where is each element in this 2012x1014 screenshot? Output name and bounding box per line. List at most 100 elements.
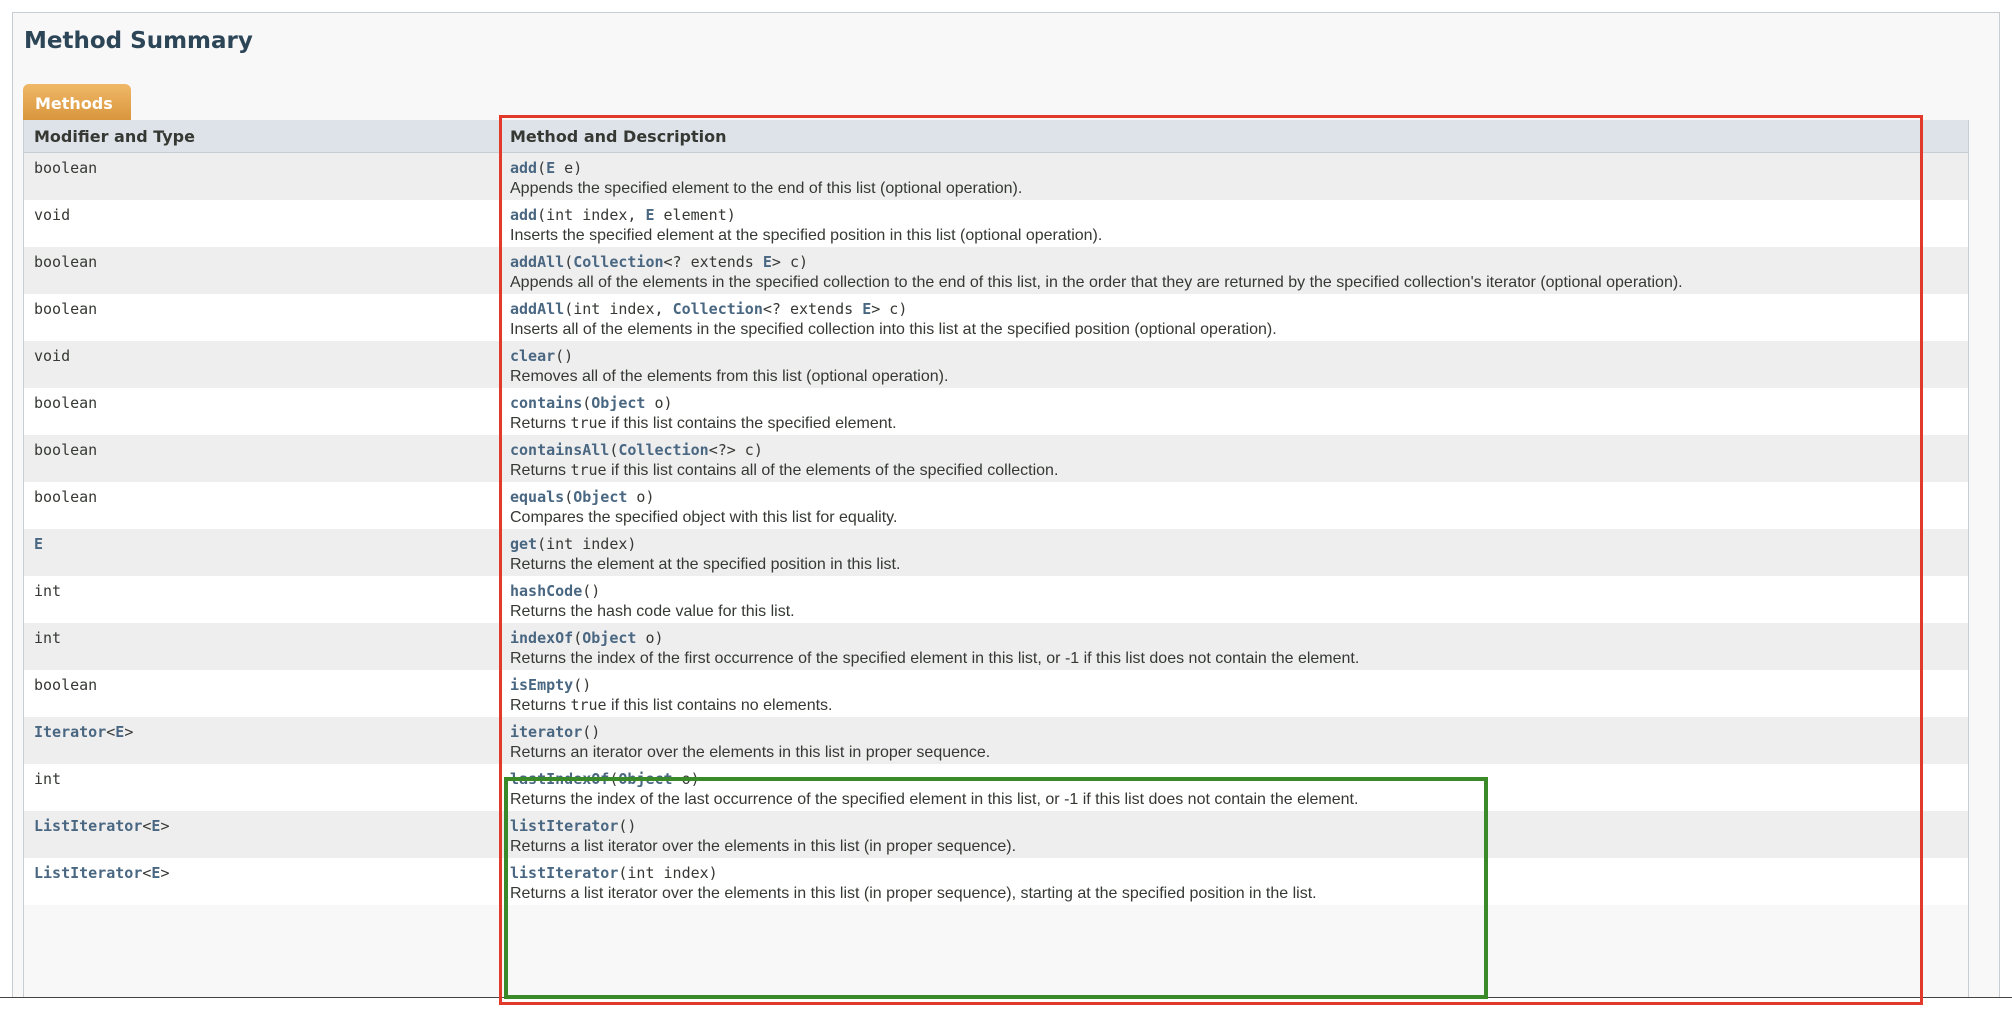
method-signature: listIterator() xyxy=(510,816,1968,836)
method-name-link[interactable]: listIterator xyxy=(510,817,618,835)
type-text: void xyxy=(34,346,71,365)
return-type: int xyxy=(34,769,500,789)
description-text: Returns xyxy=(510,414,571,432)
method-name-link[interactable]: addAll xyxy=(510,253,564,271)
method-name-link[interactable]: lastIndexOf xyxy=(510,770,609,788)
signature-text: ( xyxy=(573,628,583,647)
table-row: int lastIndexOf(Object o) Returns the inde… xyxy=(24,763,1968,811)
method-summary-table: Modifier and Type Method and Description… xyxy=(24,120,1968,905)
method-description: Returns an iterator over the elements in… xyxy=(510,742,1968,763)
table-row: boolean equals(Object o) Compares the spec… xyxy=(24,481,1968,529)
description-text: Returns xyxy=(510,696,571,714)
type-text: boolean xyxy=(34,675,98,694)
modifier-type-cell: boolean xyxy=(24,152,500,200)
method-name-link[interactable]: isEmpty xyxy=(510,676,573,694)
tab-methods[interactable]: Methods xyxy=(23,84,131,120)
modifier-type-cell: int xyxy=(24,763,500,811)
return-type: Iterator<E> xyxy=(34,722,500,742)
type-link[interactable]: Collection xyxy=(673,300,763,318)
type-link[interactable]: Object xyxy=(591,394,645,412)
description-text: Inserts all of the elements in the speci… xyxy=(510,320,1277,338)
type-link[interactable]: E xyxy=(862,300,871,318)
description-text: Appends the specified element to the end… xyxy=(510,180,1023,197)
signature-text: (int index) xyxy=(618,863,718,882)
description-text: Returns the hash code value for this lis… xyxy=(510,602,795,620)
inline-code: true xyxy=(570,695,607,714)
table-header-row: Modifier and Type Method and Description xyxy=(24,120,1968,153)
signature-text: element) xyxy=(654,205,736,224)
method-description-cell: addAll(Collection<? extends E> c) Appends… xyxy=(500,246,1968,294)
modifier-type-cell: int xyxy=(24,622,500,670)
method-description: Returns a list iterator over the element… xyxy=(510,883,1968,904)
method-name-link[interactable]: add xyxy=(510,206,537,224)
table-row: boolean addAll(int index, Collection<? ex… xyxy=(24,293,1968,341)
type-text: boolean xyxy=(34,487,98,506)
method-name-link[interactable]: containsAll xyxy=(510,441,609,459)
method-description-cell: iterator() Returns an iterator over the e… xyxy=(500,716,1968,764)
method-name-link[interactable]: clear xyxy=(510,347,555,365)
description-text: Returns a list iterator over the element… xyxy=(510,837,1017,855)
method-name-link[interactable]: hashCode xyxy=(510,582,582,600)
method-signature: equals(Object o) xyxy=(510,487,1968,507)
signature-text: ( xyxy=(564,487,574,506)
description-text: Appends all of the elements in the speci… xyxy=(510,273,1683,291)
method-signature: get(int index) xyxy=(510,534,1968,554)
type-link[interactable]: E xyxy=(34,535,43,553)
method-name-link[interactable]: get xyxy=(510,535,537,553)
table-row: boolean addAll(Collection<? extends E> c)… xyxy=(24,246,1968,294)
method-description: Compares the specified object with this … xyxy=(510,507,1968,528)
signature-text: (int index, xyxy=(564,299,673,318)
table-row: int hashCode() Returns the hash code value… xyxy=(24,575,1968,623)
type-link[interactable]: E xyxy=(546,159,555,177)
type-text: > xyxy=(160,863,170,882)
method-name-link[interactable]: add xyxy=(510,159,537,177)
type-link[interactable]: ListIterator xyxy=(34,864,142,882)
method-signature: listIterator(int index) xyxy=(510,863,1968,883)
type-link[interactable]: E xyxy=(763,253,772,271)
modifier-type-cell: boolean xyxy=(24,293,500,341)
signature-text: () xyxy=(555,346,574,365)
signature-text: e) xyxy=(555,159,583,177)
type-text: boolean xyxy=(34,393,98,412)
return-type: boolean xyxy=(34,299,500,319)
method-description: Inserts all of the elements in the speci… xyxy=(510,319,1968,340)
method-signature: iterator() xyxy=(510,722,1968,742)
method-description: Returns the index of the last occurrence… xyxy=(510,789,1968,810)
description-text: Returns an iterator over the elements in… xyxy=(510,743,991,761)
return-type: ListIterator<E> xyxy=(34,816,500,836)
method-name-link[interactable]: addAll xyxy=(510,300,564,318)
type-link[interactable]: E xyxy=(115,723,124,741)
method-signature: contains(Object o) xyxy=(510,393,1968,413)
method-description-cell: containsAll(Collection<?> c) Returns true… xyxy=(500,434,1968,482)
type-link[interactable]: Collection xyxy=(618,441,708,459)
type-link[interactable]: Object xyxy=(573,488,627,506)
type-link[interactable]: Object xyxy=(618,770,672,788)
method-name-link[interactable]: contains xyxy=(510,394,582,412)
method-name-link[interactable]: iterator xyxy=(510,723,582,741)
signature-text: o) xyxy=(672,769,700,788)
type-text: < xyxy=(106,722,116,741)
type-link[interactable]: Iterator xyxy=(34,723,106,741)
return-type: int xyxy=(34,628,500,648)
type-link[interactable]: ListIterator xyxy=(34,817,142,835)
table-row: void add(int index, E element) Inserts the… xyxy=(24,199,1968,247)
type-link[interactable]: E xyxy=(645,206,654,224)
method-summary-table-wrapper: Modifier and Type Method and Description… xyxy=(23,120,1969,1000)
signature-text: <?> c) xyxy=(708,440,763,459)
method-name-link[interactable]: listIterator xyxy=(510,864,618,882)
type-link[interactable]: Collection xyxy=(573,253,663,271)
type-text: > xyxy=(160,816,170,835)
method-description: Returns true if this list contains no el… xyxy=(510,695,1968,716)
table-row: void clear() Removes all of the elements f… xyxy=(24,340,1968,388)
type-link[interactable]: Object xyxy=(582,629,636,647)
type-text: boolean xyxy=(34,299,98,318)
return-type: boolean xyxy=(34,440,500,460)
modifier-type-cell: boolean xyxy=(24,434,500,482)
method-name-link[interactable]: indexOf xyxy=(510,629,573,647)
modifier-type-cell: boolean xyxy=(24,669,500,717)
method-name-link[interactable]: equals xyxy=(510,488,564,506)
return-type: void xyxy=(34,205,500,225)
method-description-cell: indexOf(Object o) Returns the index of th… xyxy=(500,622,1968,670)
description-text: if this list contains no elements. xyxy=(606,696,833,714)
signature-text: o) xyxy=(627,487,655,506)
